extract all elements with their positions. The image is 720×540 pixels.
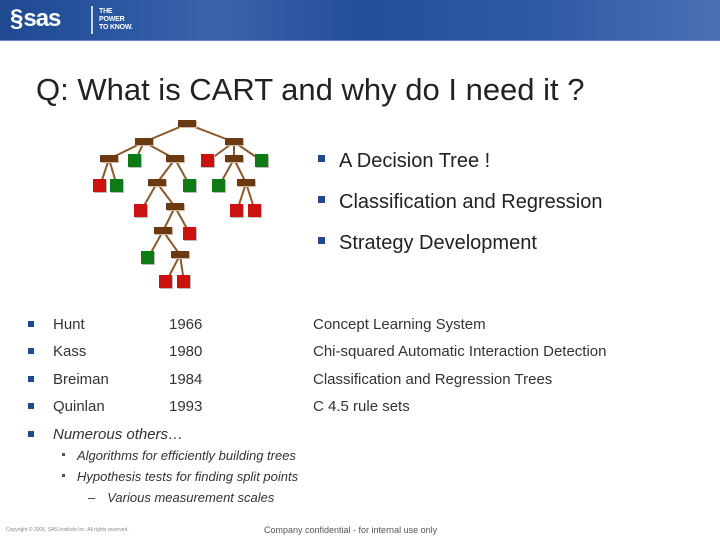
tagline-line: POWER <box>99 16 125 23</box>
bullet-square-icon <box>28 403 34 409</box>
sub-bullet-text: Algorithms for efficiently building tree… <box>77 448 296 463</box>
bullet-square-icon <box>28 376 34 382</box>
method: Chi-squared Automatic Interaction Detect… <box>313 343 607 360</box>
tree-leaf-red <box>201 154 215 168</box>
right-bullet-text: A Decision Tree ! <box>339 150 491 172</box>
tree-leaf-red <box>159 275 173 289</box>
history-row: Hunt 1966 Concept Learning System <box>0 314 720 334</box>
tree-leaf-red <box>183 227 197 241</box>
tree-leaf-red <box>93 179 107 193</box>
author: Quinlan <box>53 398 105 415</box>
method: Concept Learning System <box>313 316 486 333</box>
tree-leaf-green <box>183 179 197 193</box>
right-bullet-text: Classification and Regression <box>339 191 603 213</box>
bullet-dot-icon <box>62 453 65 457</box>
tree-leaf-green <box>141 251 155 265</box>
bullet-square-icon <box>28 348 34 354</box>
author: Kass <box>53 343 87 360</box>
others-label: Numerous others… <box>53 426 184 443</box>
bullet-square-icon <box>318 237 325 245</box>
sub-bullet: Algorithms for efficiently building tree… <box>62 448 296 463</box>
right-bullet: Classification and Regression <box>318 191 602 214</box>
history-row: Breiman 1984 Classification and Regressi… <box>0 369 720 389</box>
tree-split-node <box>148 179 167 187</box>
tree-split-node <box>178 120 197 128</box>
sub-sub-bullet-text: Various measurement scales <box>107 490 275 505</box>
copyright: Copyright © 2006, SAS Institute Inc. All… <box>6 527 129 533</box>
bullet-square-icon <box>28 431 34 437</box>
method: Classification and Regression Trees <box>313 371 553 388</box>
header-banner: §sas THE POWER TO KNOW. <box>0 0 720 41</box>
decision-tree-illustration <box>93 120 269 289</box>
bullet-square-icon <box>318 155 325 163</box>
sub-bullet-text: Hypothesis tests for finding split point… <box>77 469 299 484</box>
year: 1980 <box>169 343 203 360</box>
tree-split-node <box>154 227 173 235</box>
tree-leaf-red <box>248 204 262 218</box>
tree-split-node <box>100 155 119 163</box>
bullet-square-icon <box>318 196 325 204</box>
right-bullet: Strategy Development <box>318 232 537 255</box>
logo-divider <box>91 6 93 34</box>
tagline-line: THE <box>99 8 113 15</box>
tree-leaf-red <box>177 275 191 289</box>
sub-bullet: Hypothesis tests for finding split point… <box>62 469 298 484</box>
year: 1984 <box>169 371 203 388</box>
year: 1993 <box>169 398 203 415</box>
confidentiality-notice: Company confidential - for internal use … <box>264 525 438 535</box>
tree-leaf-green <box>255 154 269 168</box>
tree-split-node <box>225 155 244 163</box>
tree-split-node <box>166 203 185 211</box>
sas-logo: §sas <box>10 5 61 33</box>
bullet-square-icon <box>28 321 34 327</box>
tree-leaf-green <box>212 179 226 193</box>
year: 1966 <box>169 316 203 333</box>
tagline-line: TO KNOW. <box>99 24 133 31</box>
slide-title: Q: What is CART and why do I need it ? <box>36 72 585 107</box>
tree-split-node <box>171 251 190 259</box>
tagline: THE POWER TO KNOW. <box>99 8 133 32</box>
tree-split-node <box>225 138 244 146</box>
author: Breiman <box>53 371 109 388</box>
right-bullet-text: Strategy Development <box>339 232 537 254</box>
tree-split-node <box>237 179 256 187</box>
bullet-dot-icon <box>62 474 65 478</box>
history-row: Quinlan 1993 C 4.5 rule sets <box>0 396 720 416</box>
tree-leaf-green <box>128 154 142 168</box>
others-row: Numerous others… <box>0 424 720 444</box>
right-bullet: A Decision Tree ! <box>318 150 490 173</box>
tree-leaf-red <box>134 204 148 218</box>
tree-split-node <box>166 155 185 163</box>
tree-leaf-red <box>230 204 244 218</box>
tree-split-node <box>135 138 154 146</box>
author: Hunt <box>53 316 85 333</box>
sub-sub-bullet: – Various measurement scales <box>88 490 274 505</box>
dash-icon: – <box>88 490 96 505</box>
sas-swirl-icon: § <box>10 5 23 32</box>
logo-text: sas <box>23 5 61 32</box>
history-row: Kass 1980 Chi-squared Automatic Interact… <box>0 341 720 361</box>
tree-leaf-green <box>110 179 124 193</box>
method: C 4.5 rule sets <box>313 398 410 415</box>
